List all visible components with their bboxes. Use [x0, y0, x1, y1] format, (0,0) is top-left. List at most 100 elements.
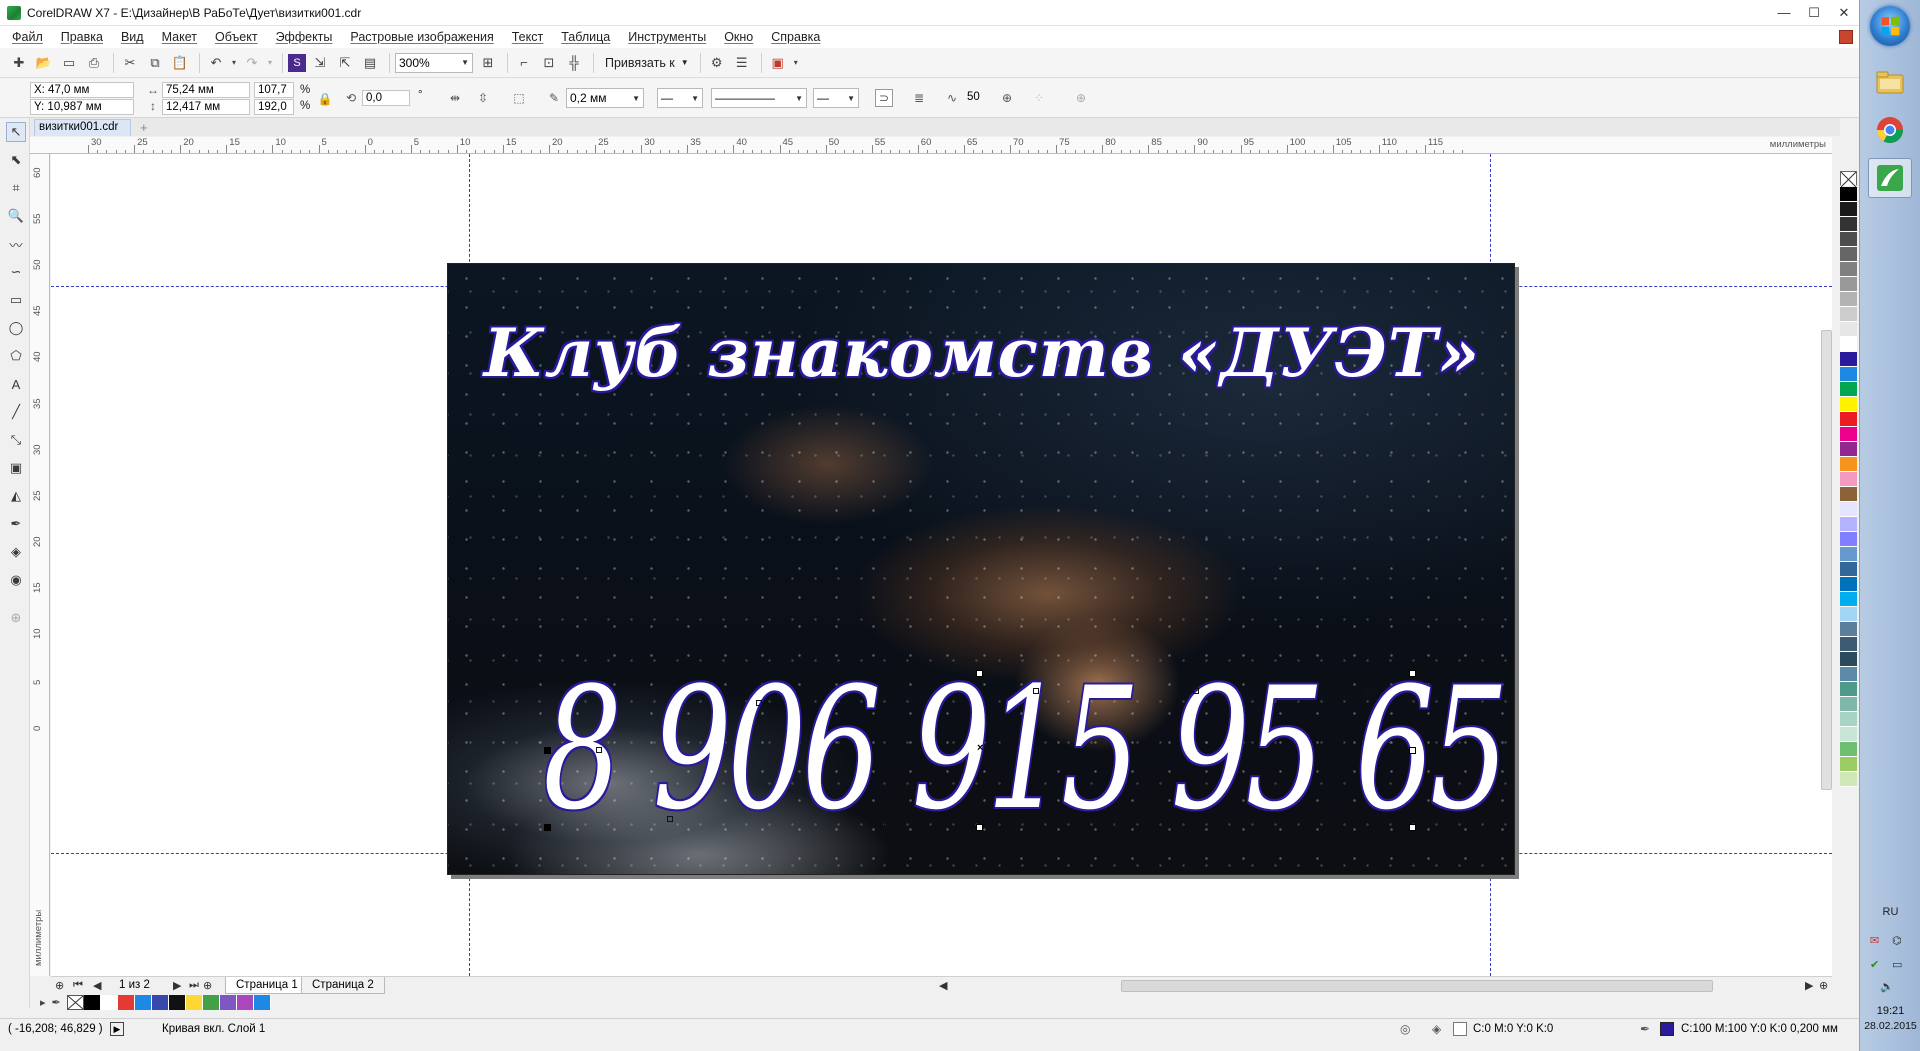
- palette-color-swatch[interactable]: [1840, 652, 1857, 667]
- network-icon[interactable]: ⌬: [1892, 934, 1902, 947]
- drawing-canvas[interactable]: Клуб знакомств «ДУЭТ» 8 906 915 95 65 ×: [51, 154, 1832, 976]
- new-tab-icon[interactable]: +: [140, 120, 148, 135]
- snap-to-button[interactable]: Привязать к ▼: [599, 56, 695, 70]
- new-document-icon[interactable]: ✚: [8, 52, 30, 74]
- volume-icon[interactable]: 🔊: [1880, 980, 1894, 993]
- palette-color-swatch[interactable]: [1840, 397, 1857, 412]
- outline-color-swatch[interactable]: [1660, 1022, 1674, 1036]
- add-page-before-icon[interactable]: ⊕: [55, 979, 64, 992]
- width-input[interactable]: 75,24 мм: [162, 82, 250, 98]
- curve-node[interactable]: [596, 747, 602, 753]
- palette-color-swatch[interactable]: [1840, 307, 1857, 322]
- selection-handle[interactable]: [1409, 824, 1416, 831]
- menu-object[interactable]: Объект: [215, 30, 258, 44]
- palette-color-swatch[interactable]: [253, 994, 271, 1010]
- previous-page-icon[interactable]: ◀: [93, 979, 101, 992]
- curve-node[interactable]: [667, 816, 673, 822]
- palette-color-swatch[interactable]: [219, 994, 237, 1010]
- curve-node[interactable]: [884, 820, 890, 826]
- horizontal-scrollbar[interactable]: [1121, 980, 1713, 992]
- export-icon[interactable]: ⇱: [334, 52, 356, 74]
- display-icon[interactable]: ▭: [1892, 958, 1902, 971]
- user-account-icon[interactable]: [1839, 30, 1853, 44]
- scroll-right-icon[interactable]: ▶: [1805, 979, 1813, 992]
- palette-scroll-icon[interactable]: ▸: [40, 996, 46, 1009]
- menu-effects[interactable]: Эффекты: [276, 30, 333, 44]
- palette-color-swatch[interactable]: [1840, 262, 1857, 277]
- smoothing-input[interactable]: 50: [964, 90, 998, 106]
- ruler-origin[interactable]: [30, 137, 42, 154]
- fill-color-swatch[interactable]: [1453, 1022, 1467, 1036]
- vertical-scrollbar[interactable]: [1821, 330, 1832, 790]
- ellipse-tool-icon[interactable]: ◯: [6, 318, 26, 338]
- menu-window[interactable]: Окно: [724, 30, 753, 44]
- palette-color-swatch[interactable]: [1840, 712, 1857, 727]
- rotation-input[interactable]: 0,0: [362, 90, 410, 106]
- coreldraw-app-icon[interactable]: [7, 5, 21, 20]
- page-tab-2[interactable]: Страница 2: [301, 977, 385, 994]
- palette-color-swatch[interactable]: [1840, 337, 1857, 352]
- taskbar-coreldraw[interactable]: [1868, 158, 1912, 198]
- minimize-button[interactable]: —: [1769, 0, 1799, 26]
- palette-color-swatch[interactable]: [1840, 772, 1857, 787]
- x-position-input[interactable]: X: 47,0 мм: [30, 82, 134, 98]
- welcome-screen-icon[interactable]: ▣: [767, 52, 789, 74]
- mirror-horizontal-icon[interactable]: ⇹: [446, 89, 464, 107]
- selection-handle[interactable]: [976, 824, 983, 831]
- no-color-swatch[interactable]: [1840, 171, 1857, 188]
- full-screen-preview-icon[interactable]: ⊞: [477, 52, 499, 74]
- redo-dropdown-icon[interactable]: ▾: [266, 52, 274, 74]
- publish-pdf-icon[interactable]: ▤: [359, 52, 381, 74]
- menu-view[interactable]: Вид: [121, 30, 144, 44]
- palette-color-swatch[interactable]: [202, 994, 220, 1010]
- document-tab[interactable]: визитки001.cdr: [34, 119, 132, 136]
- first-page-icon[interactable]: ⏮: [73, 979, 83, 992]
- palette-color-swatch[interactable]: [168, 994, 186, 1010]
- palette-color-swatch[interactable]: [1840, 382, 1857, 397]
- palette-color-swatch[interactable]: [117, 994, 135, 1010]
- zoom-level-select[interactable]: 300% ▼: [395, 52, 473, 73]
- redo-icon[interactable]: ↷: [241, 52, 263, 74]
- mirror-vertical-icon[interactable]: ⇳: [474, 89, 492, 107]
- selection-handle[interactable]: [544, 747, 551, 754]
- quick-customize-icon[interactable]: ⊕: [1072, 89, 1090, 107]
- palette-color-swatch[interactable]: [1840, 517, 1857, 532]
- eyedropper-tool-icon[interactable]: ✒: [6, 514, 26, 534]
- line-style-select[interactable]: ――――― ▼: [711, 88, 807, 108]
- menu-help[interactable]: Справка: [771, 30, 820, 44]
- selection-handle[interactable]: [1409, 747, 1416, 754]
- convert-to-curves-icon[interactable]: ⬚: [510, 89, 528, 107]
- save-icon[interactable]: ▭: [58, 52, 80, 74]
- menu-bitmaps[interactable]: Растровые изображения: [350, 30, 493, 44]
- scale-y-input[interactable]: 192,0: [254, 99, 294, 115]
- taskbar-explorer[interactable]: [1868, 62, 1912, 102]
- next-page-icon[interactable]: ▶: [173, 979, 181, 992]
- fill-bucket-icon[interactable]: ◈: [1432, 1022, 1441, 1036]
- close-button[interactable]: ✕: [1829, 0, 1859, 26]
- dimension-tool-icon[interactable]: ╱: [6, 402, 26, 422]
- last-page-icon[interactable]: ⏭: [189, 979, 199, 992]
- palette-color-swatch[interactable]: [1840, 637, 1857, 652]
- palette-color-swatch[interactable]: [134, 994, 152, 1010]
- palette-color-swatch[interactable]: [1840, 622, 1857, 637]
- menu-tools[interactable]: Инструменты: [628, 30, 706, 44]
- palette-color-swatch[interactable]: [185, 994, 203, 1010]
- palette-color-swatch[interactable]: [1840, 547, 1857, 562]
- show-grid-icon[interactable]: ⊡: [538, 52, 560, 74]
- shape-tool-icon[interactable]: ⬉: [6, 150, 26, 170]
- palette-color-swatch[interactable]: [1840, 502, 1857, 517]
- smoothing-slider-icon[interactable]: ⊕: [998, 89, 1016, 107]
- action-center-icon[interactable]: ✉: [1870, 934, 1879, 947]
- curve-node[interactable]: [756, 700, 762, 706]
- transparency-tool-icon[interactable]: ◭: [6, 486, 26, 506]
- freehand-tool-icon[interactable]: 〰: [6, 234, 26, 254]
- palette-color-swatch[interactable]: [1840, 442, 1857, 457]
- page-counter[interactable]: 1 из 2: [119, 979, 150, 991]
- palette-color-swatch[interactable]: [1840, 457, 1857, 472]
- horizontal-ruler[interactable]: 30 25 20 15 10 5 0 5 10 15 20 25 30 35 40 45 50 55 60 65 70 7…: [42, 137, 1832, 154]
- card-title-text[interactable]: Клуб знакомств «ДУЭТ»: [448, 314, 1514, 392]
- palette-color-swatch[interactable]: [1840, 367, 1857, 382]
- connector-tool-icon[interactable]: ⤡: [6, 430, 26, 450]
- security-icon[interactable]: ✔: [1870, 958, 1879, 971]
- vertical-ruler[interactable]: 60 55 50 45 40 35 30 25 20 15 10 5 0 миллиметры: [30, 154, 50, 976]
